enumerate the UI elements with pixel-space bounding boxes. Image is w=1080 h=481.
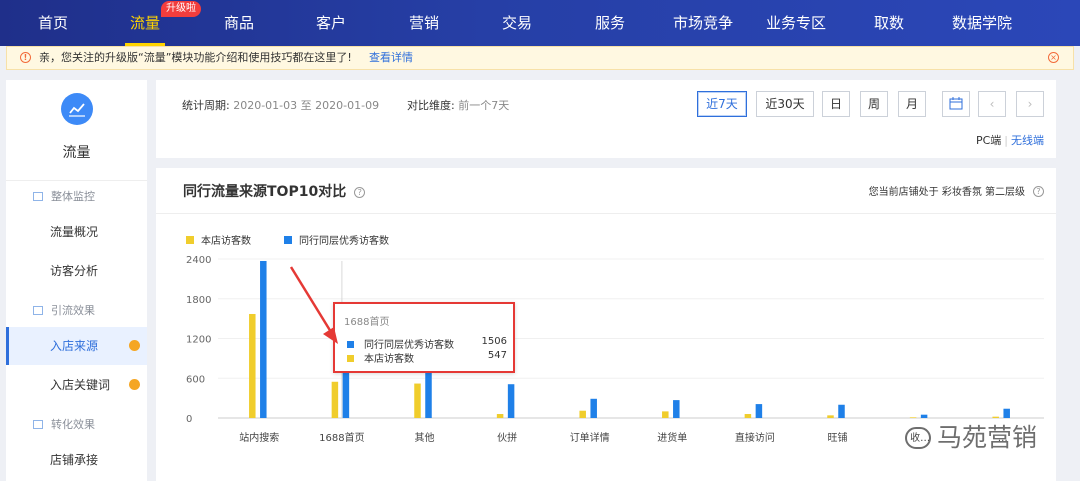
nav-item-10[interactable]: 数据学院 [942, 0, 1022, 46]
x-tick-label: 1688首页 [319, 431, 364, 444]
period-button-3[interactable]: 周 [860, 91, 888, 117]
nav-item-8[interactable]: 业务专区 [756, 0, 836, 46]
x-tick-label: 伙拼 [497, 431, 517, 444]
platform-wireless[interactable]: 无线端 [1011, 134, 1044, 147]
group-icon [33, 192, 43, 201]
sidebar-title: 流量 [62, 145, 91, 161]
tooltip-title: 1688首页 [344, 317, 390, 328]
compare-label: 对比维度: 前一个7天 [407, 99, 510, 112]
x-tick-label: 其他 [415, 431, 435, 444]
bar-peer [755, 404, 763, 418]
platform-pc[interactable]: PC端 [976, 134, 1001, 147]
sidebar-item-2-0[interactable]: 店铺承接 [6, 441, 147, 479]
bar-peer [260, 260, 267, 418]
period-label: 统计周期: 2020-01-03 至 2020-01-09 [182, 99, 380, 112]
tooltip-row-peer: 同行同层优秀访客数 1506 [347, 336, 507, 351]
new-dot-icon [129, 340, 140, 351]
y-tick-label: 600 [186, 374, 205, 385]
y-tick-label: 0 [186, 414, 192, 425]
new-dot-icon [129, 379, 140, 390]
bar-peer [590, 398, 597, 418]
period-button-2[interactable]: 日 [822, 91, 850, 117]
bar-shop [827, 415, 834, 418]
period-button-1[interactable]: 近30天 [756, 91, 814, 117]
nav-item-3[interactable]: 客户 [301, 0, 361, 46]
x-tick-label: 进货单 [657, 431, 687, 444]
tooltip-value-peer: 1506 [481, 336, 507, 347]
compare-value: 前一个7天 [458, 99, 510, 112]
previous-period-button[interactable]: ‹ [978, 91, 1006, 117]
nav-item-4[interactable]: 营销 [394, 0, 454, 46]
close-icon[interactable]: × [1048, 52, 1059, 63]
sidebar-item-1-1[interactable]: 入店关键词 [6, 366, 147, 404]
next-period-button[interactable]: › [1016, 91, 1044, 117]
bar-peer [838, 404, 845, 418]
period-button-4[interactable]: 月 [898, 91, 926, 117]
x-tick-label: 直接访问 [735, 431, 775, 444]
notice-details-link[interactable]: 查看详情 [369, 47, 413, 69]
nav-item-7[interactable]: 市场竞争 [663, 0, 743, 46]
legend-swatch-peer [284, 236, 292, 244]
tooltip-value-shop: 547 [487, 350, 507, 361]
help-icon[interactable]: ? [354, 187, 366, 198]
bar-peer [507, 384, 515, 418]
platform-switch: PC端 | 无线端 [975, 134, 1044, 147]
bar-shop [249, 313, 256, 418]
chart-title: 同行流量来源TOP10对比? [183, 181, 366, 201]
sidebar-group-2: 转化效果 [33, 416, 95, 432]
bar-shop [331, 381, 339, 418]
calendar-icon[interactable] [942, 91, 970, 117]
nav-item-2[interactable]: 商品 [209, 0, 269, 46]
bar-peer [673, 400, 680, 418]
chart-header-divider [156, 213, 1056, 214]
legend-shop[interactable]: 本店访客数 [186, 232, 251, 247]
nav-item-5[interactable]: 交易 [487, 0, 547, 46]
level-help-icon[interactable]: ? [1033, 186, 1044, 197]
watermark: 马苑营销 [905, 418, 1037, 454]
period-value: 2020-01-03 至 2020-01-09 [233, 99, 380, 112]
x-tick-label: 站内搜索 [239, 431, 279, 444]
period-button-0[interactable]: 近7天 [697, 91, 747, 117]
wechat-icon [905, 427, 931, 449]
y-tick-label: 2400 [186, 255, 211, 266]
tooltip-swatch-peer [347, 341, 354, 348]
notice-bar: ! 亲，您关注的升级版“流量”模块功能介绍和使用技巧都在这里了! 查看详情 × [6, 46, 1074, 70]
notice-text: 亲，您关注的升级版“流量”模块功能介绍和使用技巧都在这里了! [39, 51, 352, 64]
shop-level-note: 您当前店铺处于 彩妆香氛 第二层级? [869, 183, 1044, 198]
warning-icon: ! [20, 52, 31, 63]
top-navigation: 首页 流量 商品 客户 营销 交易 服务 市场竞争 业务专区 取数 数据学院 升级啦 [0, 0, 1080, 46]
sidebar-divider [6, 180, 147, 181]
nav-item-9[interactable]: 取数 [859, 0, 919, 46]
bar-shop [662, 411, 669, 418]
legend-peer[interactable]: 同行同层优秀访客数 [284, 232, 389, 247]
group-icon [33, 306, 43, 315]
y-tick-label: 1200 [186, 335, 211, 346]
bar-shop [744, 414, 752, 418]
legend-swatch-shop [186, 236, 194, 244]
bar-shop [496, 414, 504, 418]
chart-tooltip: 1688首页 同行同层优秀访客数 1506 本店访客数 547 [333, 302, 515, 373]
y-tick-label: 1800 [186, 295, 211, 306]
sidebar-item-0-1[interactable]: 访客分析 [6, 252, 147, 290]
x-tick-label: 订单详情 [570, 431, 610, 444]
nav-item-6[interactable]: 服务 [580, 0, 640, 46]
tooltip-row-shop: 本店访客数 547 [347, 350, 507, 365]
nav-item-0[interactable]: 首页 [23, 0, 83, 46]
bar-shop [414, 383, 421, 418]
sidebar: 流量 整体监控流量概况 访客分析引流效果入店来源 入店关键词转化效果店铺承接 [6, 80, 147, 481]
sidebar-item-0-0[interactable]: 流量概况 [6, 213, 147, 251]
bar-shop [579, 410, 586, 418]
traffic-chart-icon [61, 93, 93, 125]
x-tick-label: 旺铺 [828, 431, 848, 444]
sidebar-group-1: 引流效果 [33, 302, 95, 318]
filter-panel: 统计周期: 2020-01-03 至 2020-01-09 对比维度: 前一个7… [156, 80, 1056, 158]
upgrade-badge: 升级啦 [161, 1, 201, 17]
bar-peer [1003, 408, 1010, 418]
sidebar-group-0: 整体监控 [33, 188, 95, 204]
tooltip-swatch-shop [347, 355, 354, 362]
group-icon [33, 420, 43, 429]
sidebar-item-1-0[interactable]: 入店来源 [6, 327, 147, 365]
